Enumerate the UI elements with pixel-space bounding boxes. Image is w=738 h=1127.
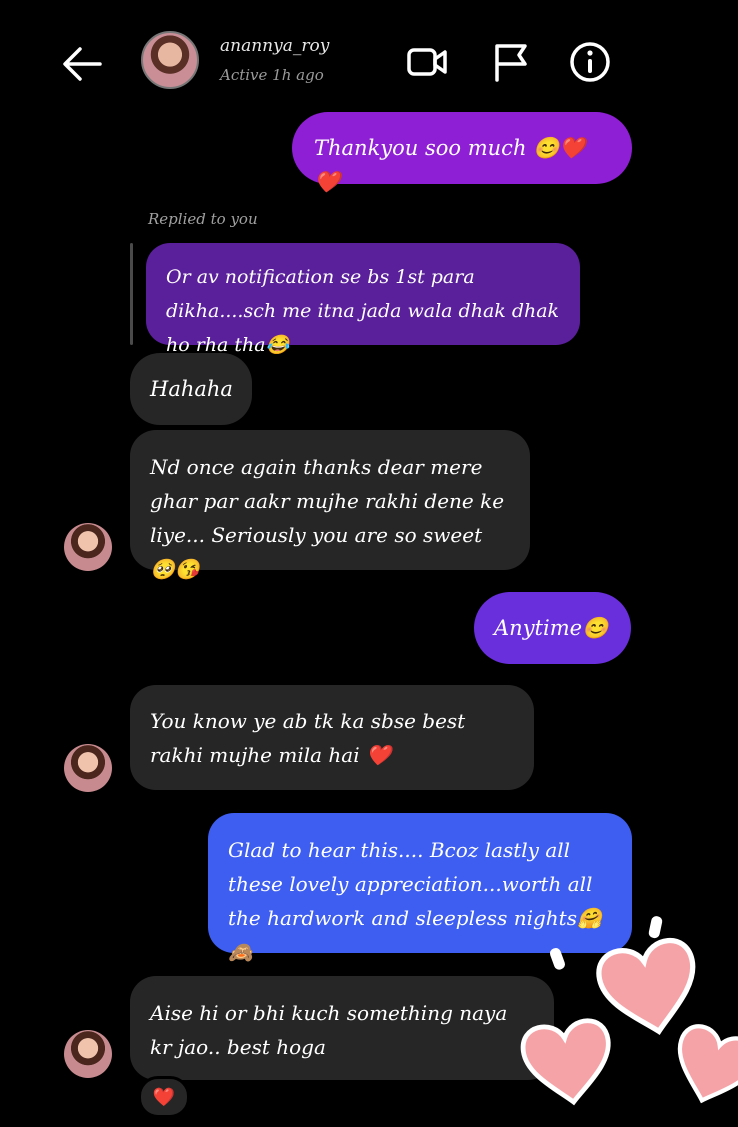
received-message[interactable]: Hahaha (130, 353, 252, 425)
sender-avatar[interactable] (64, 744, 112, 792)
sender-avatar[interactable] (64, 1030, 112, 1078)
reaction-emoji: ❤️ (152, 1086, 176, 1108)
sent-message[interactable]: Thankyou soo much 😊❤️❤️ (292, 112, 632, 194)
received-message[interactable]: Aise hi or bhi kuch something naya kr ja… (130, 976, 554, 1080)
sender-avatar[interactable] (64, 523, 112, 571)
chat-header: anannya_roy Active 1h ago (0, 0, 738, 120)
sent-message[interactable]: Anytime😊 (474, 592, 631, 664)
username[interactable]: anannya_roy (220, 36, 329, 56)
received-message[interactable]: Nd once again thanks dear mere ghar par … (130, 430, 530, 581)
quoted-message[interactable]: Or av notification se bs 1st para dikha.… (146, 243, 580, 356)
info-icon[interactable] (568, 40, 612, 84)
replied-to-you-label: Replied to you (148, 210, 258, 228)
heart-reaction[interactable]: ❤️ (138, 1076, 190, 1118)
received-message[interactable]: You know ye ab tk ka sbse best rakhi muj… (130, 685, 534, 790)
active-status: Active 1h ago (220, 66, 324, 84)
report-flag-icon[interactable] (489, 40, 533, 84)
video-call-icon[interactable] (405, 40, 449, 84)
profile-avatar[interactable] (141, 31, 199, 89)
back-arrow-icon[interactable] (60, 44, 104, 84)
sent-message[interactable]: Glad to hear this.... Bcoz lastly all th… (208, 813, 632, 964)
reply-indicator-bar (130, 243, 133, 345)
